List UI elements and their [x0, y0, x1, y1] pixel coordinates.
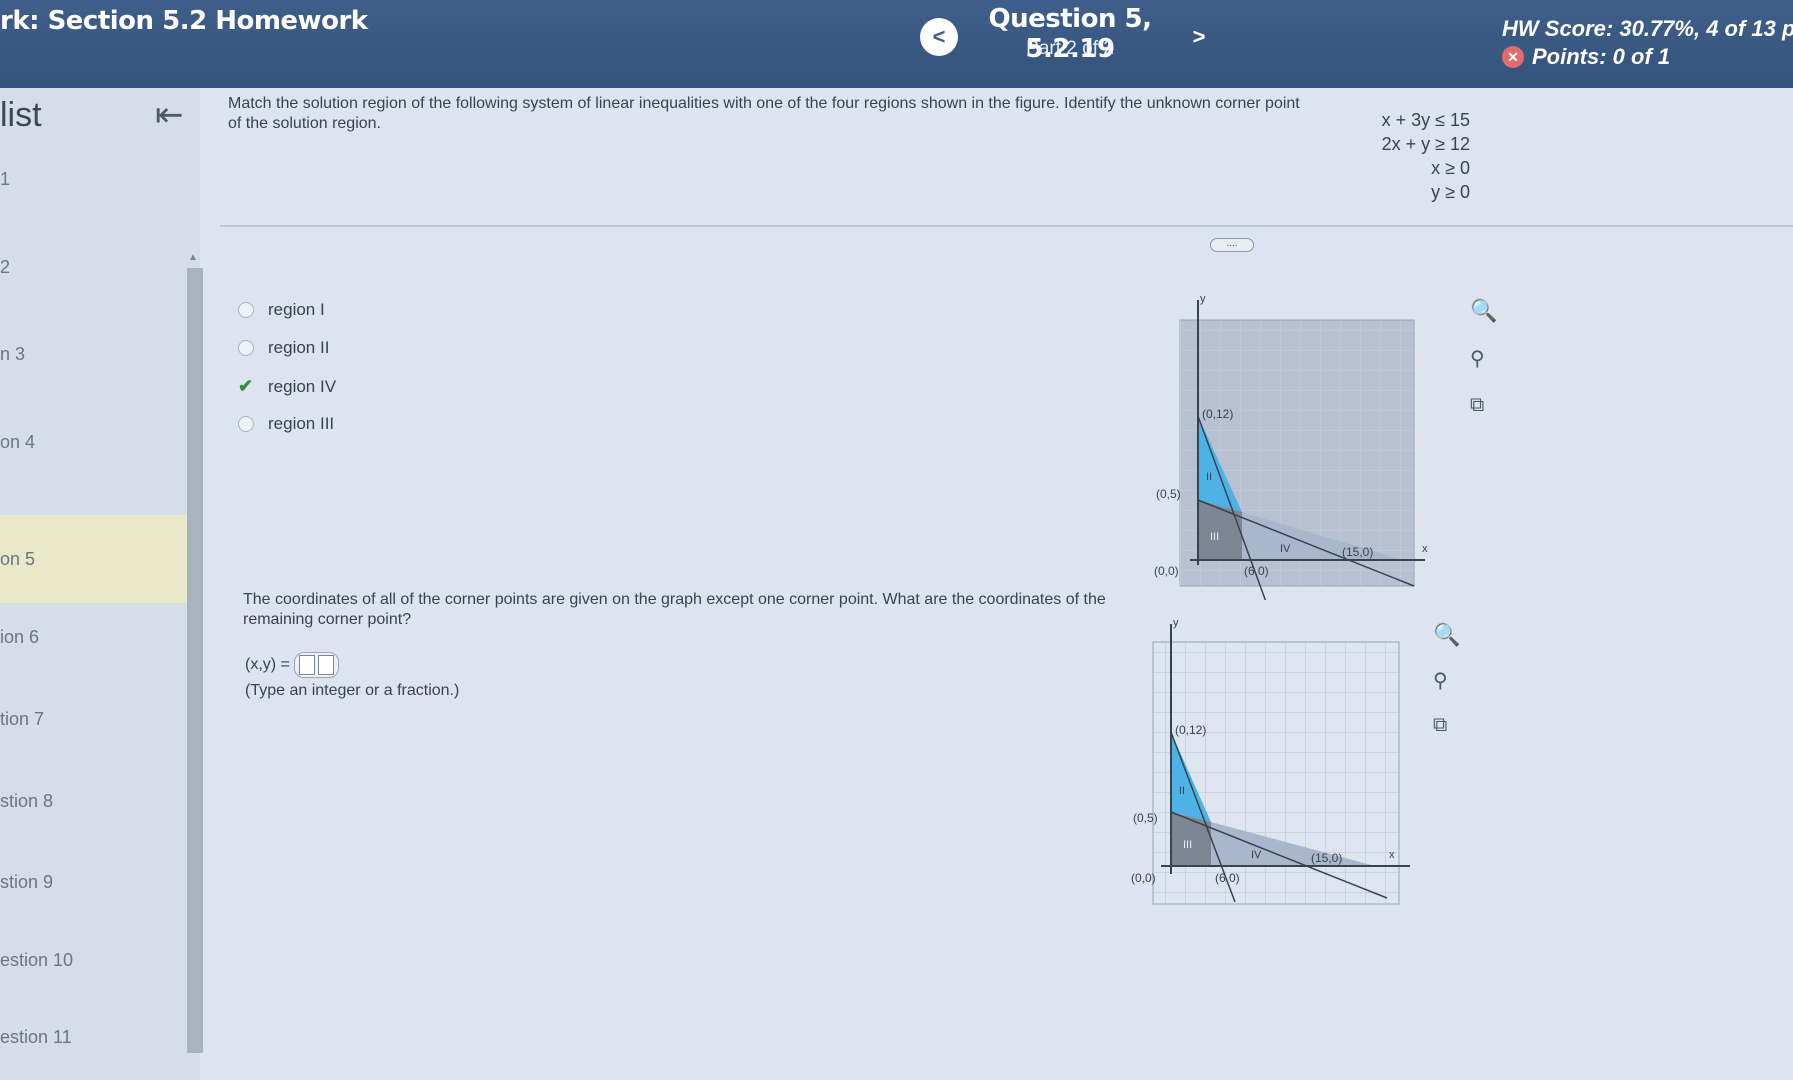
region-label-iv: IV [1251, 849, 1262, 861]
zoom-in-icon[interactable]: 🔍 [1470, 298, 1497, 324]
sidebar-item-label: stion 9 [0, 871, 54, 892]
point-label-6-0: (6,0) [1215, 871, 1240, 885]
region-label-iii: III [1183, 839, 1192, 851]
answer-x-input[interactable] [298, 655, 315, 675]
question-list-sidebar: list 1 2 n 3 on 4 on 5 ion 6 tion 7 stio… [0, 88, 203, 1080]
zoom-out-icon[interactable]: ⚲ [1470, 346, 1485, 371]
inequality-3: x ≥ 0 [1431, 158, 1470, 178]
choice-region-ii[interactable]: region II [238, 338, 329, 358]
point-label-0-0: (0,0) [1154, 564, 1179, 578]
assignment-title: rk: Section 5.2 Homework [0, 6, 368, 36]
choice-region-iii[interactable]: region III [238, 414, 334, 434]
sidebar-scrollbar[interactable] [187, 268, 203, 1053]
sidebar-item-7[interactable]: tion 7 [0, 680, 200, 758]
region-label-iii: III [1210, 531, 1219, 543]
inequality-system: x + 3y ≤ 15 2x + y ≥ 12 x ≥ 0 y ≥ 0 [1360, 108, 1470, 204]
corner-point-prompt: The coordinates of all of the corner poi… [243, 591, 1106, 628]
sidebar-item-4[interactable]: on 4 [0, 403, 200, 481]
sidebar-item-label: n 3 [0, 343, 26, 364]
point-label-15-0: (15,0) [1342, 545, 1373, 559]
choice-label: region II [268, 338, 330, 357]
hw-score: HW Score: 30.77%, 4 of 13 point [1502, 16, 1793, 41]
zoom-out-icon[interactable]: ⚲ [1433, 668, 1448, 693]
sidebar-item-label: 1 [0, 168, 11, 189]
point-label-0-5: (0,5) [1156, 487, 1181, 501]
sidebar-item-11[interactable]: estion 11 [0, 998, 200, 1076]
sidebar-item-label: on 5 [0, 548, 36, 569]
region-graph-1: y x (0,12) (0,5) (0,0) (6,0) (15,0) II I… [1154, 293, 1428, 600]
sidebar-item-3[interactable]: n 3 [0, 315, 200, 393]
collapse-left-icon[interactable]: ⇤ [155, 95, 184, 135]
region-label-ii: II [1179, 785, 1185, 797]
point-label-15-0: (15,0) [1311, 851, 1342, 865]
answer-prefix: (x,y) = [245, 656, 290, 673]
choice-label: region I [268, 300, 325, 319]
sidebar-item-label: on 4 [0, 431, 36, 452]
sidebar-item-label: ion 6 [0, 626, 40, 647]
next-question-button[interactable]: > [1180, 18, 1218, 56]
sidebar-item-label: stion 8 [0, 790, 54, 811]
previous-question-button[interactable]: < [920, 18, 958, 56]
zoom-in-icon[interactable]: 🔍 [1433, 622, 1460, 648]
popout-icon[interactable]: ⧉ [1470, 394, 1484, 417]
sidebar-item-8[interactable]: stion 8 [0, 762, 200, 840]
sidebar-item-6[interactable]: ion 6 [0, 598, 200, 676]
point-label-0-12: (0,12) [1202, 407, 1233, 421]
region-label-iv: IV [1280, 543, 1291, 555]
inequality-1: x + 3y ≤ 15 [1381, 110, 1470, 130]
expand-more-button[interactable]: .... [1210, 238, 1254, 252]
points-status: ✕ Points: 0 of 1 [1502, 44, 1670, 70]
sidebar-item-2[interactable]: 2 [0, 228, 200, 306]
answer-hint: (Type an integer or a fraction.) [245, 682, 460, 699]
choice-label: region IV [268, 376, 337, 396]
sidebar-item-1[interactable]: 1 [0, 140, 200, 218]
point-label-0-5: (0,5) [1133, 811, 1158, 825]
sidebar-item-5[interactable]: on 5 [0, 515, 200, 603]
point-label-6-0: (6,0) [1244, 564, 1269, 578]
sidebar-item-10[interactable]: estion 10 [0, 921, 200, 999]
popout-icon[interactable]: ⧉ [1433, 714, 1447, 737]
answer-y-input[interactable] [317, 655, 334, 675]
scroll-up-arrow[interactable]: ▲ [188, 252, 198, 263]
radio-button[interactable] [238, 302, 254, 318]
inequality-4: y ≥ 0 [1431, 182, 1470, 202]
sidebar-item-label: estion 11 [0, 1026, 72, 1047]
y-axis-label: y [1200, 293, 1206, 305]
radio-button[interactable] [238, 340, 254, 356]
top-bar: rk: Section 5.2 Homework < Question 5, 5… [0, 0, 1793, 88]
radio-button[interactable] [238, 416, 254, 432]
sidebar-item-label: estion 10 [0, 949, 74, 970]
region-graph-2: y x (0,12) (0,5) (0,0) (6,0) (15,0) II I… [1131, 617, 1410, 905]
sidebar-item-label: 2 [0, 256, 11, 277]
question-part: Part 2 of 2 [1026, 38, 1114, 59]
x-axis-label: x [1422, 543, 1428, 555]
answer-row: (x,y) = [245, 652, 339, 678]
sidebar-item-label: tion 7 [0, 708, 45, 729]
point-label-0-12: (0,12) [1175, 723, 1206, 737]
incorrect-icon: ✕ [1502, 46, 1524, 68]
question-prompt: Match the solution region of the followi… [228, 95, 1300, 132]
y-axis-label: y [1173, 617, 1179, 629]
region-label-ii: II [1206, 471, 1212, 483]
choice-label: region III [268, 414, 335, 433]
check-icon[interactable]: ✔ [238, 376, 254, 397]
section-divider [220, 225, 1793, 227]
coordinate-answer-field[interactable] [293, 652, 339, 678]
sidebar-item-9[interactable]: stion 9 [0, 843, 200, 921]
point-label-0-0: (0,0) [1131, 871, 1156, 885]
choice-region-iv[interactable]: ✔ region IV [238, 376, 336, 397]
inequality-2: 2x + y ≥ 12 [1381, 134, 1470, 154]
points-label: Points: 0 of 1 [1532, 44, 1671, 69]
x-axis-label: x [1389, 849, 1395, 861]
sidebar-title: list [0, 96, 42, 134]
choice-region-i[interactable]: region I [238, 300, 325, 320]
